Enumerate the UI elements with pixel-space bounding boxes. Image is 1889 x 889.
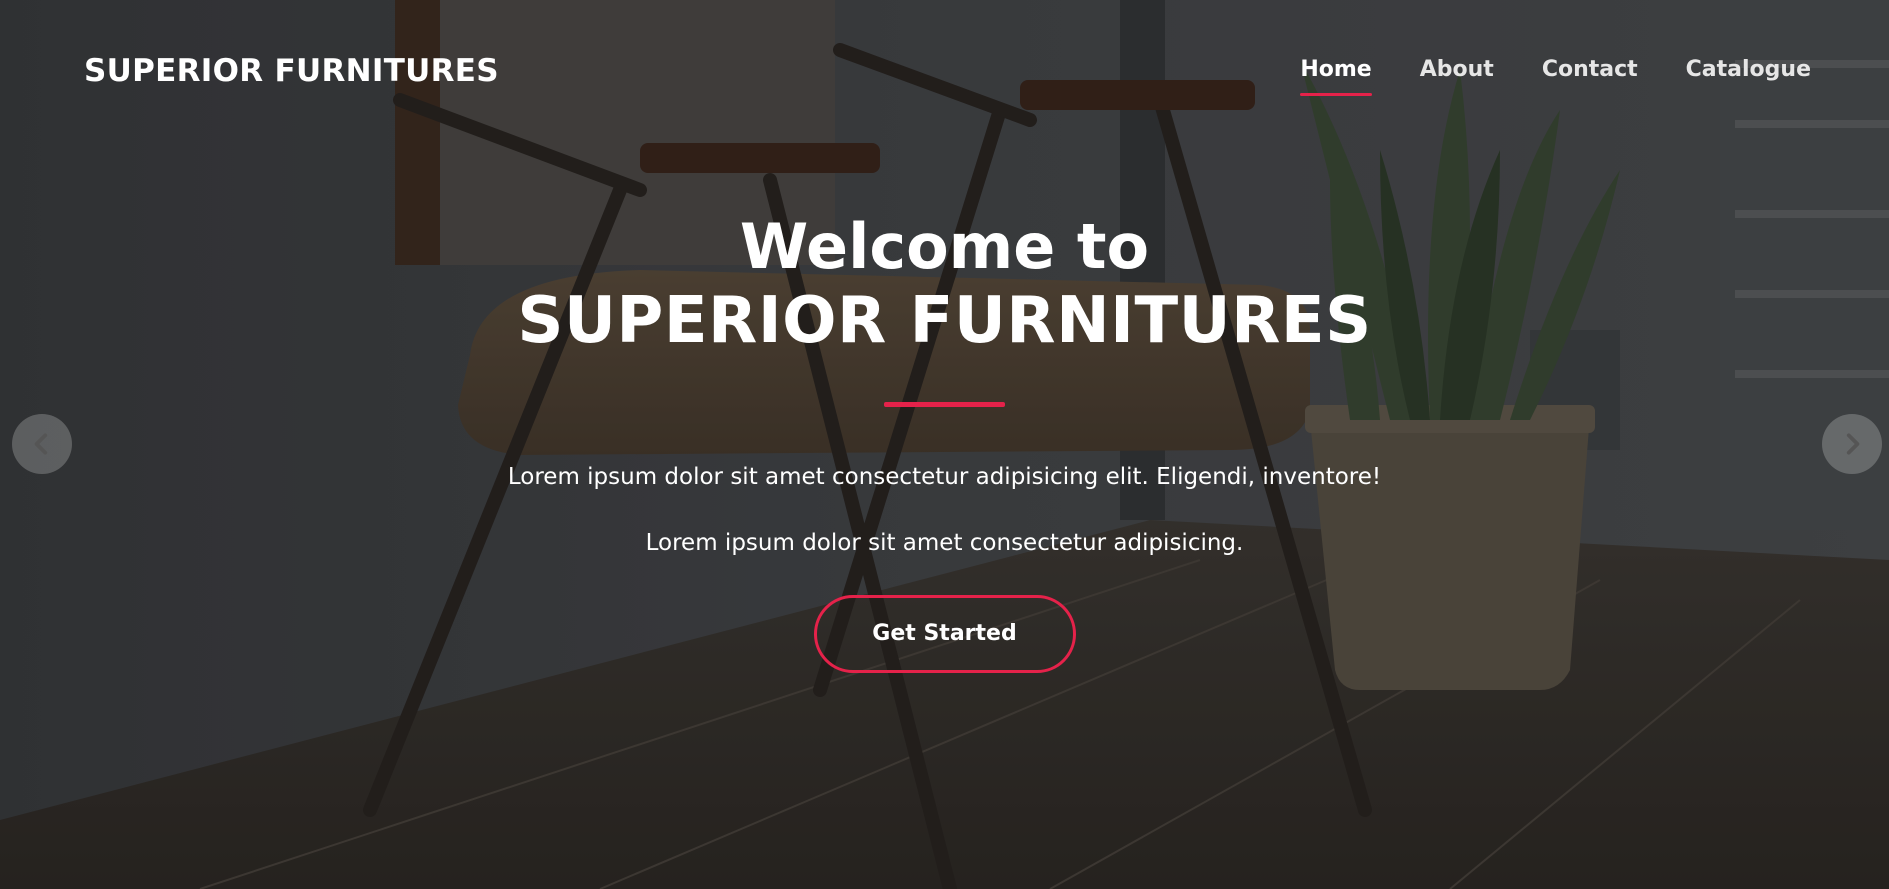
hero-content: Welcome to SUPERIOR FURNITURES Lorem ips… (0, 210, 1889, 673)
active-underline (1300, 93, 1372, 96)
hero-paragraph-2: Lorem ipsum dolor sit amet consectetur a… (645, 530, 1244, 556)
hero-paragraph-1: Lorem ipsum dolor sit amet consectetur a… (507, 464, 1382, 490)
carousel-prev-button[interactable] (12, 414, 72, 474)
nav-item-label: About (1419, 57, 1494, 82)
hero-section: SUPERIOR FURNITURES Home About Contact C… (0, 0, 1889, 889)
hero-title-line1: Welcome to (739, 210, 1150, 283)
nav-item-home[interactable]: Home (1300, 52, 1372, 96)
chevron-right-icon (1846, 433, 1860, 455)
title-divider (884, 402, 1005, 407)
carousel-next-button[interactable] (1822, 414, 1882, 474)
nav-item-catalogue[interactable]: Catalogue (1686, 52, 1811, 88)
nav-item-label: Contact (1541, 57, 1638, 82)
nav-item-label: Catalogue (1685, 57, 1811, 82)
chevron-left-icon (34, 433, 48, 455)
get-started-button[interactable]: Get Started (813, 595, 1076, 673)
brand-logo[interactable]: SUPERIOR FURNITURES (84, 50, 499, 92)
nav-item-about[interactable]: About (1420, 52, 1494, 88)
nav-item-contact[interactable]: Contact (1542, 52, 1638, 88)
hero-title-line2: SUPERIOR FURNITURES (517, 284, 1372, 358)
nav-item-label: Home (1300, 57, 1372, 82)
main-nav: Home About Contact Catalogue (1300, 52, 1811, 96)
